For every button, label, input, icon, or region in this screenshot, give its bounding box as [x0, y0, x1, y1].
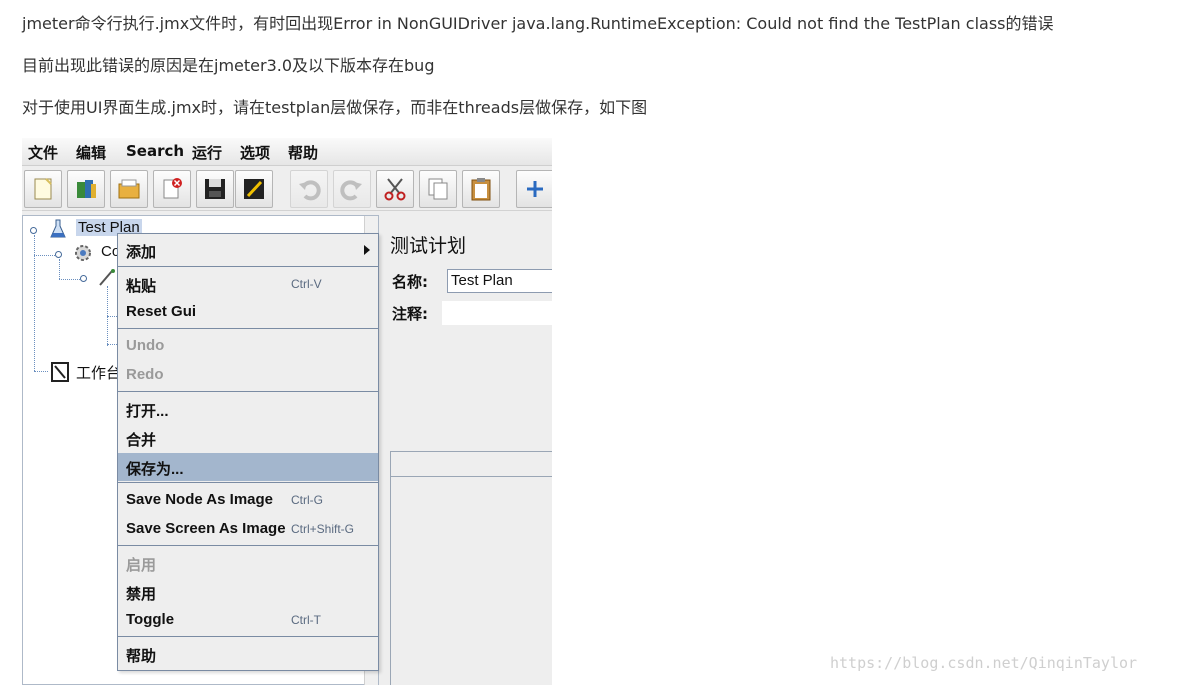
- menu-file[interactable]: 文件: [28, 142, 58, 163]
- menu-edit[interactable]: 编辑: [76, 142, 106, 163]
- new-icon: [34, 178, 52, 200]
- tree-expander[interactable]: [80, 275, 87, 282]
- menu-item-label: Save Node As Image: [126, 491, 274, 508]
- redo-icon: [340, 180, 362, 201]
- menu-item-label: 粘贴: [126, 278, 157, 295]
- workbench-icon: [51, 362, 69, 382]
- cut-icon: [384, 178, 406, 201]
- menu-item-label: Toggle: [126, 611, 175, 628]
- shortcut-label: Ctrl-G: [291, 493, 323, 507]
- expand-button[interactable]: [516, 170, 552, 208]
- jmeter-screenshot: 文件 编辑 Search 运行 选项 帮助 Test Plan Co 工作台 测…: [22, 138, 552, 685]
- menu-search[interactable]: Search: [126, 142, 184, 160]
- menu-item-label: 合并: [126, 432, 157, 449]
- shortcut-label: Ctrl+Shift-G: [291, 522, 355, 536]
- undo-button[interactable]: [290, 170, 328, 208]
- menu-item-save-screen-image[interactable]: Save Screen As Image Ctrl+Shift-G: [118, 515, 378, 543]
- close-icon: [163, 178, 182, 199]
- menu-item-label: 添加: [126, 244, 157, 261]
- comment-field[interactable]: [442, 301, 552, 325]
- article-line-3: 对于使用UI界面生成.jmx时，请在testplan层做保存，而非在thread…: [22, 98, 648, 117]
- panel-title: 测试计划: [390, 235, 467, 257]
- edit-button[interactable]: [235, 170, 273, 208]
- undo-icon: [299, 180, 321, 201]
- shortcut-label: Ctrl-T: [291, 613, 321, 627]
- variables-table: [390, 451, 552, 685]
- menu-item-save-as[interactable]: 保存为...: [118, 453, 378, 481]
- watermark: https://blog.csdn.net/QinqinTaylor: [830, 654, 1138, 672]
- menu-item-disable[interactable]: 禁用: [118, 578, 378, 606]
- menu-item-help[interactable]: 帮助: [118, 640, 378, 668]
- copy-button[interactable]: [419, 170, 457, 208]
- menu-item-label: Reset Gui: [126, 303, 197, 320]
- menu-item-label: 保存为...: [126, 461, 184, 478]
- tree-expander[interactable]: [30, 227, 37, 234]
- cut-button[interactable]: [376, 170, 414, 208]
- menu-item-label: Redo: [126, 366, 164, 383]
- menu-help[interactable]: 帮助: [288, 142, 318, 163]
- menu-item-add[interactable]: 添加: [118, 236, 378, 264]
- menu-item-undo[interactable]: Undo: [118, 332, 378, 360]
- paste-icon: [471, 178, 491, 201]
- submenu-arrow-icon: [364, 245, 370, 255]
- test-plan-panel: 测试计划 名称: Test Plan 注释:: [382, 215, 552, 685]
- name-field[interactable]: Test Plan: [447, 269, 552, 293]
- menu-run[interactable]: 运行: [192, 142, 222, 163]
- context-menu: 添加 粘贴 Ctrl-V Reset Gui Undo Redo 打开... 合…: [117, 233, 379, 671]
- menu-item-label: 帮助: [126, 648, 157, 665]
- shortcut-label: Ctrl-V: [291, 277, 322, 291]
- templates-button[interactable]: [67, 170, 105, 208]
- article-line-2: 目前出现此错误的原因是在jmeter3.0及以下版本存在bug: [22, 56, 435, 75]
- comment-label: 注释:: [392, 305, 428, 323]
- menu-item-label: 打开...: [126, 403, 169, 420]
- save-icon: [205, 179, 225, 199]
- open-icon: [118, 179, 140, 199]
- close-button[interactable]: [153, 170, 191, 208]
- test-plan-icon: [50, 219, 66, 238]
- edit-icon: [244, 179, 264, 199]
- new-button[interactable]: [24, 170, 62, 208]
- menu-item-label: Save Screen As Image: [126, 520, 286, 537]
- tree-expander[interactable]: [55, 251, 62, 258]
- menu-item-redo[interactable]: Redo: [118, 361, 378, 389]
- copy-icon: [428, 178, 448, 200]
- menu-item-merge[interactable]: 合并: [118, 424, 378, 452]
- menu-item-open[interactable]: 打开...: [118, 395, 378, 423]
- menu-item-save-node-image[interactable]: Save Node As Image Ctrl-G: [118, 486, 378, 514]
- open-button[interactable]: [110, 170, 148, 208]
- tree-node-workbench[interactable]: 工作台: [76, 362, 121, 383]
- menu-item-paste[interactable]: 粘贴 Ctrl-V: [118, 270, 378, 298]
- config-gear-icon: [75, 245, 91, 261]
- paste-button[interactable]: [462, 170, 500, 208]
- menu-item-enable[interactable]: 启用: [118, 549, 378, 577]
- menu-item-label: 禁用: [126, 586, 157, 603]
- menu-item-toggle[interactable]: Toggle Ctrl-T: [118, 606, 378, 634]
- redo-button[interactable]: [333, 170, 371, 208]
- toolbar: [22, 167, 552, 211]
- menu-options[interactable]: 选项: [240, 142, 270, 163]
- menu-item-label: 启用: [126, 557, 157, 574]
- save-button[interactable]: [196, 170, 234, 208]
- menu-item-reset-gui[interactable]: Reset Gui: [118, 298, 378, 326]
- menu-bar: 文件 编辑 Search 运行 选项 帮助: [22, 138, 552, 166]
- templates-icon: [77, 180, 96, 198]
- article-line-1: jmeter命令行执行.jmx文件时，有时回出现Error in NonGUID…: [22, 14, 1054, 33]
- name-label: 名称:: [392, 273, 428, 291]
- expand-icon: [527, 181, 543, 197]
- thread-group-icon: [99, 269, 115, 286]
- menu-item-label: Undo: [126, 337, 165, 354]
